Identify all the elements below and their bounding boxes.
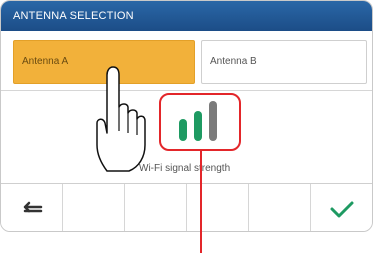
- bottom-toolbar: [1, 183, 372, 231]
- back-icon: [23, 201, 42, 212]
- toolbar-empty-1: [63, 184, 125, 231]
- antenna-selector: Antenna A Antenna B: [1, 31, 372, 91]
- signal-bar-2: [194, 111, 202, 141]
- window-title: ANTENNA SELECTION: [1, 1, 372, 31]
- check-icon: [330, 201, 353, 217]
- signal-bar-1: [179, 119, 187, 141]
- back-button[interactable]: [1, 184, 63, 231]
- toolbar-empty-2: [125, 184, 187, 231]
- confirm-button[interactable]: [311, 184, 372, 231]
- annotation-callout-line: [200, 150, 202, 253]
- toolbar-empty-4: [249, 184, 311, 231]
- signal-strength-label: Wi-Fi signal strength: [139, 163, 231, 174]
- signal-bar-3: [209, 101, 217, 141]
- signal-panel: Wi-Fi signal strength: [1, 91, 372, 183]
- device-screen: ANTENNA SELECTION Antenna A Antenna B Wi…: [0, 0, 373, 232]
- antenna-b-button[interactable]: Antenna B: [201, 40, 367, 84]
- signal-strength-indicator: [159, 93, 241, 151]
- hand-pointer-icon: [96, 66, 146, 172]
- toolbar-empty-3: [187, 184, 249, 231]
